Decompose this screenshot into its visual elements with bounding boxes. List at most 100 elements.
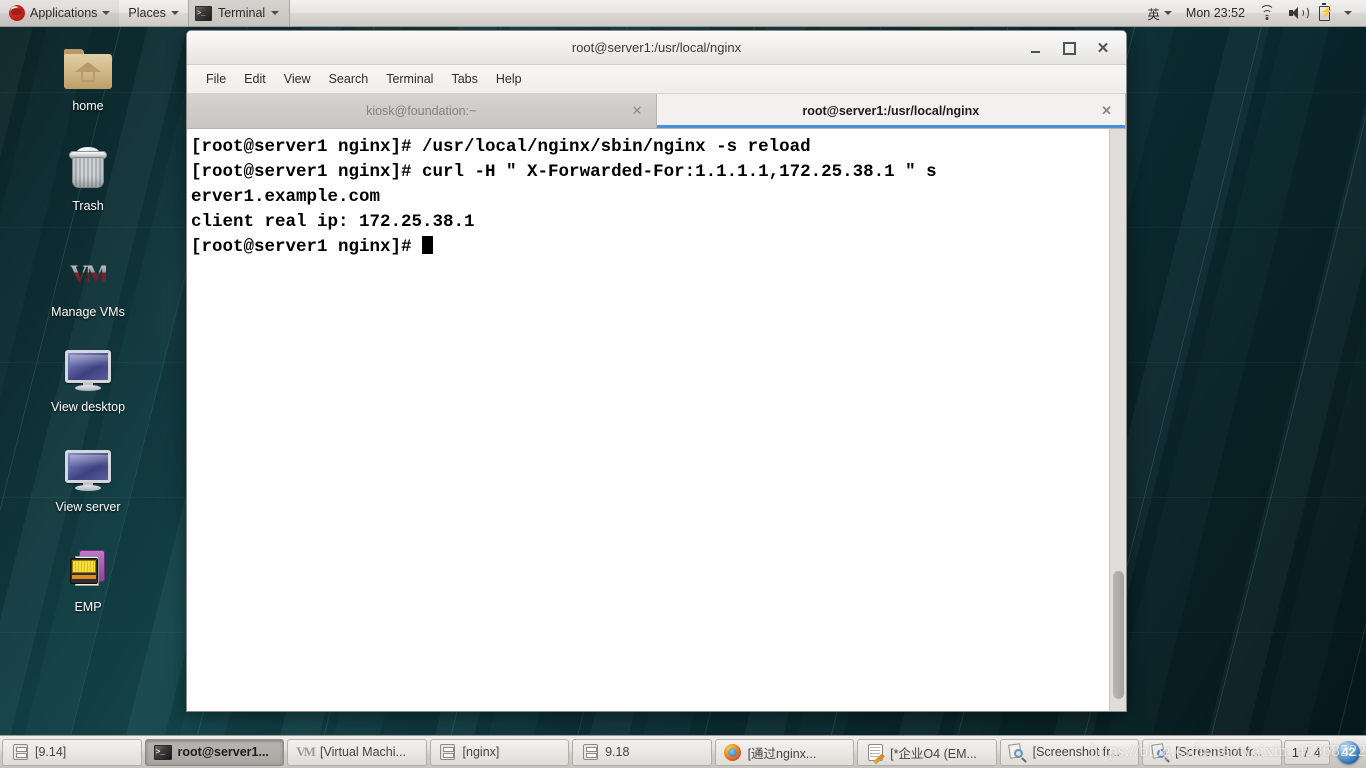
firefox-icon	[724, 743, 742, 761]
terminal-line: [root@server1 nginx]# /usr/local/nginx/s…	[191, 137, 811, 157]
trash-icon	[32, 144, 144, 194]
taskbar-item[interactable]: VM [Virtual Machi...	[287, 738, 427, 766]
menu-bar: File Edit View Search Terminal Tabs Help	[187, 65, 1126, 94]
menu-edit[interactable]: Edit	[235, 68, 275, 90]
screenshot-icon	[1008, 742, 1028, 763]
desktop-icon-view-server[interactable]: View server	[32, 445, 144, 515]
desktop-icon-label: EMP	[74, 600, 102, 614]
workspace-switcher[interactable]: 1 / 4 42	[1283, 739, 1364, 765]
clock-label: Mon 23:52	[1185, 6, 1245, 20]
input-method-label: 英	[1147, 7, 1160, 22]
top-panel: Applications Places >_ Terminal 英 Mon 23…	[0, 0, 1366, 27]
terminal-cursor	[422, 236, 434, 254]
taskbar-item-label: [Screenshot fr...	[1175, 745, 1263, 759]
close-icon[interactable]: ✕	[1101, 103, 1112, 119]
terminal-output[interactable]: [root@server1 nginx]# /usr/local/nginx/s…	[187, 129, 1109, 711]
taskbar-item[interactable]: 9.18	[572, 738, 712, 766]
menu-file[interactable]: File	[197, 68, 235, 90]
desktop-icon-label: home	[72, 99, 104, 113]
desktop-icon-label: View server	[55, 500, 121, 514]
tab-label: kiosk@foundation:~	[366, 104, 477, 118]
places-menu[interactable]: Places	[119, 0, 188, 26]
applications-menu[interactable]: Applications	[0, 0, 120, 26]
desktop-icon-view-desktop[interactable]: View desktop	[32, 345, 144, 415]
workspace-indicator[interactable]: 1 / 4	[1283, 739, 1330, 765]
close-icon[interactable]: ✕	[632, 103, 643, 119]
battery-indicator[interactable]	[1313, 0, 1336, 27]
notepad-icon	[866, 743, 884, 761]
taskbar-item[interactable]: [Screenshot fr...	[1142, 738, 1282, 766]
taskbar-item-label: [Screenshot fr...	[1032, 745, 1121, 759]
terminal-body[interactable]: [root@server1 nginx]# /usr/local/nginx/s…	[187, 129, 1126, 711]
taskbar-item[interactable]: [9.14]	[2, 738, 142, 766]
menu-tabs[interactable]: Tabs	[442, 68, 486, 90]
taskbar-item[interactable]: [*企业O4 (EM...	[857, 738, 997, 766]
vertical-scrollbar[interactable]	[1109, 129, 1126, 711]
network-indicator[interactable]	[1253, 0, 1281, 27]
taskbar-item-label: [通过nginx...	[747, 746, 817, 761]
taskbar-item[interactable]: >_ root@server1...	[144, 738, 285, 766]
desktop-icon-home[interactable]: home	[32, 44, 144, 114]
vmware-icon: VM	[296, 744, 316, 759]
menu-view[interactable]: View	[275, 68, 320, 90]
taskbar-item[interactable]: [nginx]	[429, 738, 570, 766]
file-drawer-icon	[439, 743, 457, 761]
panel-status-area: 英 Mon 23:52	[1141, 0, 1366, 27]
taskbar-item[interactable]: [通过nginx...	[714, 738, 855, 766]
taskbar-item[interactable]: [Screenshot fr...	[999, 738, 1140, 766]
terminal-window: root@server1:/usr/local/nginx ✕ File Edi…	[186, 30, 1127, 712]
chevron-down-icon	[170, 11, 179, 15]
file-drawer-icon	[581, 743, 599, 761]
terminal-icon: >_	[194, 5, 212, 21]
emp-device-icon	[32, 545, 144, 595]
taskbar-item-label: [*企业O4 (EM...	[890, 746, 977, 761]
menu-help[interactable]: Help	[487, 68, 531, 90]
volume-indicator[interactable]	[1283, 0, 1311, 27]
chevron-down-icon	[1163, 11, 1172, 15]
menu-search[interactable]: Search	[320, 68, 378, 90]
home-folder-icon	[32, 44, 144, 94]
monitor-icon	[32, 445, 144, 495]
desktop-icon-label: Manage VMs	[51, 305, 125, 319]
vmware-icon: VM	[70, 261, 109, 288]
volume-icon	[1289, 6, 1309, 20]
scrollbar-thumb[interactable]	[1113, 571, 1124, 699]
menu-terminal[interactable]: Terminal	[377, 68, 442, 90]
close-button[interactable]: ✕	[1094, 39, 1112, 57]
tab-root-server1[interactable]: root@server1:/usr/local/nginx ✕	[656, 94, 1126, 128]
system-menu-toggle[interactable]	[1338, 0, 1358, 27]
desktop-icon-manage-vms[interactable]: VM Manage VMs	[32, 250, 144, 320]
tab-bar: kiosk@foundation:~ ✕ root@server1:/usr/l…	[187, 94, 1126, 129]
terminal-line: client real ip: 172.25.38.1	[191, 212, 475, 232]
desktop-icon-label: Trash	[72, 199, 104, 213]
terminal-line: [root@server1 nginx]#	[191, 235, 1109, 260]
redhat-logo-icon	[9, 5, 25, 21]
tab-kiosk-foundation[interactable]: kiosk@foundation:~ ✕	[187, 94, 657, 128]
panel-window-terminal[interactable]: >_ Terminal	[187, 0, 291, 26]
applications-menu-label: Applications	[30, 6, 98, 20]
taskbar-item-label: [9.14]	[35, 745, 67, 759]
desktop-icon-emp[interactable]: EMP	[32, 545, 144, 615]
workspace-badge-icon[interactable]: 42	[1337, 740, 1360, 764]
minimize-button[interactable]	[1026, 39, 1044, 57]
window-title-bar[interactable]: root@server1:/usr/local/nginx ✕	[187, 31, 1126, 65]
monitor-icon	[32, 345, 144, 395]
taskbar-item-label: [Virtual Machi...	[320, 745, 406, 759]
taskbar-item-label: root@server1...	[177, 745, 269, 759]
taskbar-item-label: 9.18	[605, 745, 630, 759]
tab-label: root@server1:/usr/local/nginx	[802, 104, 980, 118]
window-controls: ✕	[1026, 31, 1118, 65]
battery-icon	[1319, 3, 1330, 21]
chevron-down-icon	[102, 11, 111, 15]
desktop-icon-trash[interactable]: Trash	[32, 144, 144, 214]
panel-window-label: Terminal	[217, 6, 266, 20]
terminal-icon: >_	[153, 743, 172, 761]
screenshot-icon	[1150, 742, 1170, 763]
file-drawer-icon	[11, 743, 29, 761]
input-method-indicator[interactable]: 英	[1141, 0, 1178, 27]
window-title: root@server1:/usr/local/nginx	[571, 40, 742, 55]
chevron-down-icon	[1344, 11, 1352, 15]
maximize-button[interactable]	[1060, 39, 1078, 57]
clock[interactable]: Mon 23:52	[1180, 0, 1251, 27]
places-menu-label: Places	[128, 6, 166, 20]
